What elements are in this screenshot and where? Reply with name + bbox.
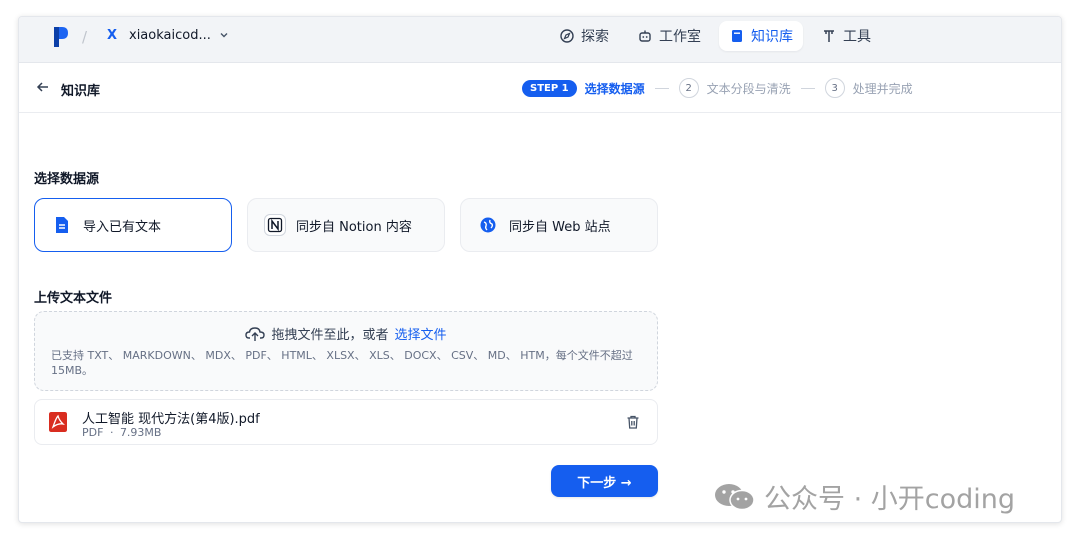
tool-icon <box>824 30 834 42</box>
option-import-text[interactable]: 导入已有文本 <box>34 198 232 252</box>
upload-supported-formats: 已支持 TXT、 MARKDOWN、 MDX、 PDF、 HTML、 XLSX、… <box>51 349 633 377</box>
notion-icon <box>264 214 286 236</box>
watermark: 公众号 · 小开coding <box>712 477 1015 516</box>
step-divider <box>800 87 815 89</box>
step-divider <box>654 87 669 89</box>
workspace-initial: X <box>106 27 118 43</box>
watermark-text: 公众号 · 小开coding <box>764 484 1016 515</box>
step-2-label: 文本分段与清洗 <box>706 81 791 96</box>
book-icon <box>732 30 742 42</box>
file-meta-separator: · <box>109 426 114 439</box>
nav-knowledge[interactable]: 知识库 <box>719 21 803 51</box>
chevron-down-icon <box>220 33 228 38</box>
stepper: STEP 1 选择数据源 2 文本分段与清洗 3 处理并完成 <box>522 78 913 98</box>
step-3-label: 处理并完成 <box>852 81 913 96</box>
option-import-text-label: 导入已有文本 <box>83 219 162 235</box>
file-size: 7.93MB <box>119 426 162 439</box>
option-sync-notion-label: 同步自 Notion 内容 <box>296 219 412 235</box>
upload-dropzone[interactable]: 拖拽文件至此，或者 选择文件 已支持 TXT、 MARKDOWN、 MDX、 P… <box>34 311 658 391</box>
datasource-heading: 选择数据源 <box>34 172 100 187</box>
option-sync-notion[interactable]: 同步自 Notion 内容 <box>247 198 445 252</box>
breadcrumb-separator: / <box>82 28 88 46</box>
globe-icon <box>477 214 499 236</box>
top-navigation-bar: / X xiaokaicod... 探索 工作室 知识库 工具 <box>19 17 1061 63</box>
trash-icon[interactable] <box>625 414 641 430</box>
compass-icon <box>560 29 574 43</box>
wechat-icon <box>715 483 755 510</box>
choose-file-link[interactable]: 选择文件 <box>395 324 447 343</box>
app-window: / X xiaokaicod... 探索 工作室 知识库 工具 知识库 STEP… <box>18 16 1062 523</box>
file-type: PDF <box>82 426 104 439</box>
nav-knowledge-label: 知识库 <box>751 29 793 45</box>
nav-studio-label: 工作室 <box>659 29 701 45</box>
cloud-upload-icon <box>245 326 266 341</box>
page-title[interactable]: 知识库 <box>61 80 100 99</box>
app-logo-icon[interactable] <box>53 26 69 48</box>
step-1-label: 选择数据源 <box>584 81 645 96</box>
next-step-button[interactable]: 下一步 → <box>551 465 658 497</box>
step-1-pill: STEP 1 <box>522 79 577 97</box>
document-icon <box>51 214 73 236</box>
upload-prompt: 拖拽文件至此，或者 <box>271 328 389 343</box>
workspace-name: xiaokaicod... <box>129 27 211 43</box>
step-3-number: 3 <box>824 78 845 98</box>
nav-tools[interactable]: 工具 <box>811 21 881 51</box>
nav-explore[interactable]: 探索 <box>549 21 619 51</box>
workspace-selector[interactable]: X xiaokaicod... <box>103 24 229 46</box>
file-name: 人工智能 现代方法(第4版).pdf <box>82 412 260 427</box>
option-sync-web-label: 同步自 Web 站点 <box>509 219 611 235</box>
datasource-options: 导入已有文本 同步自 Notion 内容 同步自 Web 站点 <box>34 198 658 252</box>
nav-tools-label: 工具 <box>843 29 871 45</box>
nav-studio[interactable]: 工作室 <box>627 21 711 51</box>
file-meta: PDF · 7.93MB <box>82 426 161 439</box>
sub-header: 知识库 STEP 1 选择数据源 2 文本分段与清洗 3 处理并完成 <box>19 63 1061 113</box>
upload-prompt-row: 拖拽文件至此，或者 选择文件 <box>35 324 657 343</box>
pdf-file-icon <box>49 412 67 432</box>
option-sync-web[interactable]: 同步自 Web 站点 <box>460 198 658 252</box>
uploaded-file-item: 人工智能 现代方法(第4版).pdf PDF · 7.93MB <box>34 399 658 445</box>
step-2-number: 2 <box>678 78 699 98</box>
back-arrow-icon[interactable] <box>35 79 51 95</box>
robot-icon <box>639 30 651 42</box>
main-nav: 探索 工作室 知识库 工具 <box>549 21 881 51</box>
nav-explore-label: 探索 <box>581 29 609 45</box>
upload-heading: 上传文本文件 <box>34 291 113 306</box>
